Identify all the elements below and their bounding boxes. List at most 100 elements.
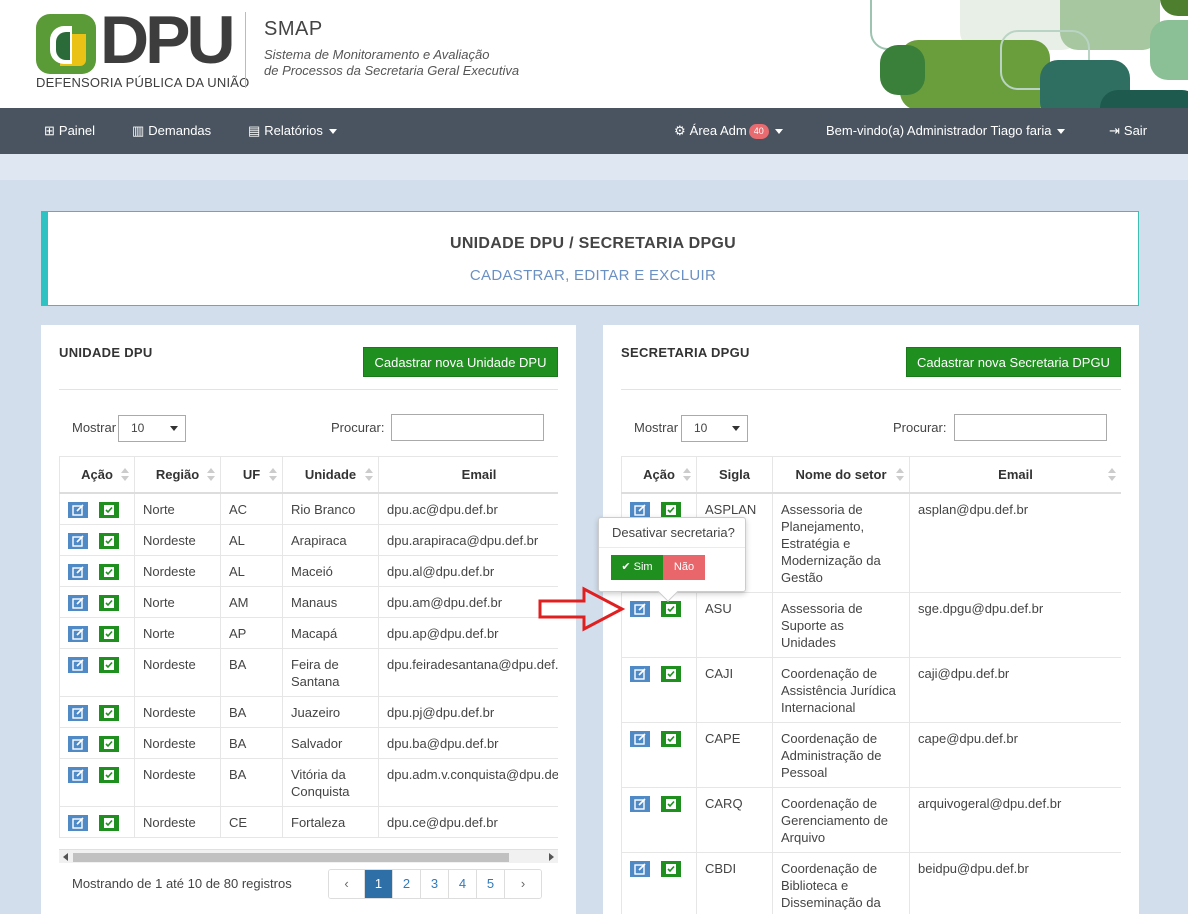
column-header[interactable]: Email: [909, 456, 1121, 494]
pagination-page[interactable]: 4: [449, 870, 477, 898]
toggle-active-button[interactable]: [99, 501, 119, 518]
page-length-select[interactable]: 10: [681, 415, 748, 442]
column-header[interactable]: Região: [134, 456, 221, 494]
toggle-active-button[interactable]: [99, 532, 119, 549]
edit-button[interactable]: [630, 730, 650, 747]
toggle-active-button[interactable]: [99, 814, 119, 831]
pagination-page[interactable]: 1: [365, 870, 393, 898]
toggle-active-button[interactable]: [661, 730, 681, 747]
toggle-active-button[interactable]: [661, 665, 681, 682]
toggle-active-button[interactable]: [99, 704, 119, 721]
nome-setor-cell: Coordenação de Biblioteca e Disseminação…: [772, 851, 910, 914]
confirm-yes-button[interactable]: ✔ Sim: [611, 555, 663, 580]
add-secretaria-button[interactable]: Cadastrar nova Secretaria DPGU: [906, 347, 1121, 377]
edit-button[interactable]: [630, 860, 650, 877]
email-cell: arquivogeral@dpu.def.br: [909, 786, 1121, 853]
column-header[interactable]: Ação: [621, 456, 697, 494]
edit-button[interactable]: [68, 735, 88, 752]
uf-cell: AL: [220, 523, 283, 556]
edit-icon: [634, 862, 646, 875]
scrollbar-thumb[interactable]: [73, 853, 509, 862]
column-header[interactable]: Email: [378, 456, 558, 494]
table-row: Norte AC Rio Branco dpu.ac@dpu.def.br: [59, 492, 558, 525]
uf-cell: AM: [220, 585, 283, 618]
toggle-active-button[interactable]: [661, 600, 681, 617]
edit-button[interactable]: [630, 501, 650, 518]
edit-button[interactable]: [68, 532, 88, 549]
edit-button[interactable]: [630, 600, 650, 617]
chevron-down-icon: [1057, 129, 1066, 135]
email-cell: dpu.am@dpu.def.br: [378, 585, 558, 618]
action-cell: [59, 523, 135, 556]
pagination-page[interactable]: 5: [477, 870, 505, 898]
regiao-cell: Norte: [134, 616, 221, 649]
horizontal-scrollbar[interactable]: [59, 849, 558, 863]
toggle-active-button[interactable]: [99, 735, 119, 752]
search-input[interactable]: [954, 414, 1107, 441]
chevron-down-icon: [774, 129, 783, 135]
action-cell: [59, 492, 135, 525]
uf-cell: AC: [220, 492, 283, 525]
sort-icon: [896, 468, 904, 482]
toggle-active-button[interactable]: [99, 766, 119, 783]
toggle-active-button[interactable]: [99, 625, 119, 642]
pagination-page[interactable]: 2: [393, 870, 421, 898]
edit-icon: [72, 534, 84, 547]
toggle-active-button[interactable]: [99, 594, 119, 611]
edit-icon: [72, 658, 84, 671]
column-header[interactable]: Unidade: [282, 456, 379, 494]
email-cell: dpu.al@dpu.def.br: [378, 554, 558, 587]
email-cell: dpu.pj@dpu.def.br: [378, 695, 558, 728]
confirm-no-button[interactable]: Não: [663, 555, 705, 580]
edit-button[interactable]: [68, 594, 88, 611]
page-length-select[interactable]: 10: [118, 415, 186, 442]
chevron-down-icon: [732, 426, 740, 431]
check-square-icon: [104, 817, 114, 828]
edit-button[interactable]: [630, 665, 650, 682]
edit-button[interactable]: [68, 563, 88, 580]
toggle-active-button[interactable]: [99, 563, 119, 580]
unidade-cell: Arapiraca: [282, 523, 379, 556]
column-header[interactable]: Sigla: [696, 456, 773, 494]
pagination-page[interactable]: 3: [421, 870, 449, 898]
scroll-right-icon[interactable]: [549, 853, 554, 861]
sigla-cell: CARQ: [696, 786, 773, 853]
nav-area-adm[interactable]: ⚙ Área Adm 40: [674, 108, 783, 154]
nav-painel[interactable]: ⊞ Painel: [44, 108, 95, 154]
nav-user-menu[interactable]: Bem-vindo(a) Administrador Tiago faria: [826, 108, 1066, 154]
edit-button[interactable]: [630, 795, 650, 812]
sort-icon: [207, 468, 215, 482]
column-header[interactable]: Nome do setor: [772, 456, 910, 494]
toggle-active-button[interactable]: [661, 860, 681, 877]
divider: [59, 389, 558, 390]
edit-button[interactable]: [68, 625, 88, 642]
edit-button[interactable]: [68, 656, 88, 673]
nav-demandas[interactable]: ▥ Demandas: [132, 108, 211, 154]
search-input[interactable]: [391, 414, 544, 441]
email-cell: dpu.arapiraca@dpu.def.br: [378, 523, 558, 556]
unidade-cell: Fortaleza: [282, 805, 379, 838]
edit-icon: [72, 503, 84, 516]
toggle-active-button[interactable]: [661, 795, 681, 812]
sort-icon: [269, 468, 277, 482]
nav-relatorios[interactable]: ▤ Relatórios: [248, 108, 337, 154]
nome-setor-cell: Assessoria de Planejamento, Estratégia e…: [772, 492, 910, 593]
pagination-prev[interactable]: ‹: [329, 870, 365, 898]
edit-button[interactable]: [68, 704, 88, 721]
edit-button[interactable]: [68, 766, 88, 783]
table-info: Mostrando de 1 até 10 de 80 registros: [72, 876, 292, 891]
sigla-cell: CAPE: [696, 721, 773, 788]
toggle-active-button[interactable]: [661, 501, 681, 518]
unidade-cell: Manaus: [282, 585, 379, 618]
email-cell: caji@dpu.def.br: [909, 656, 1121, 723]
edit-button[interactable]: [68, 814, 88, 831]
deactivate-popover: Desativar secretaria? ✔ Sim Não: [598, 517, 746, 602]
toggle-active-button[interactable]: [99, 656, 119, 673]
edit-button[interactable]: [68, 501, 88, 518]
add-unidade-button[interactable]: Cadastrar nova Unidade DPU: [363, 347, 558, 377]
column-header[interactable]: Ação: [59, 456, 135, 494]
scroll-left-icon[interactable]: [63, 853, 68, 861]
column-header[interactable]: UF: [220, 456, 283, 494]
pagination-next[interactable]: ›: [505, 870, 541, 898]
nav-sair[interactable]: ⇥ Sair: [1109, 108, 1147, 154]
